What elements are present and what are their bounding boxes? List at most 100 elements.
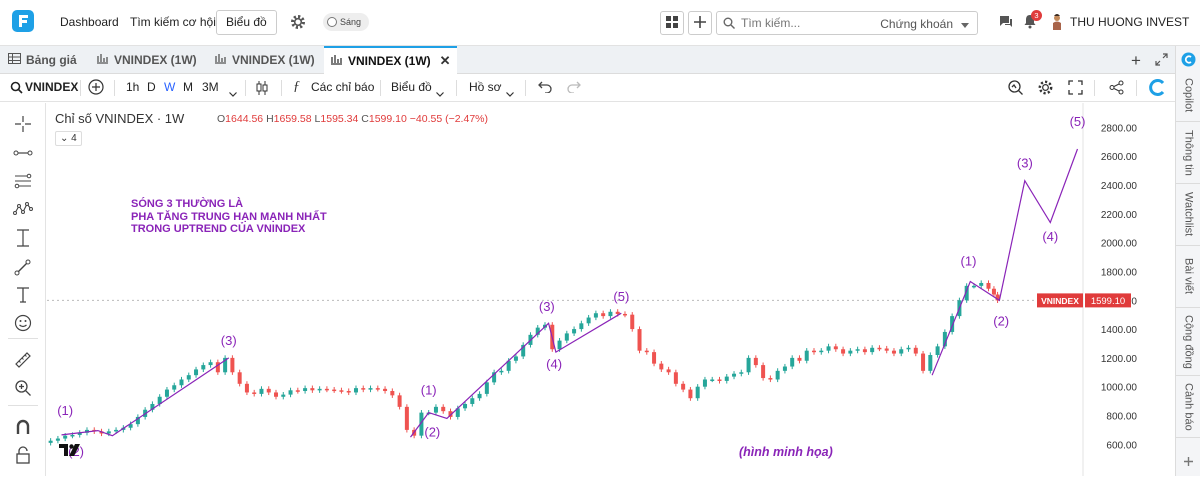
tradingview-logo[interactable] xyxy=(59,443,83,460)
text-tool-icon[interactable] xyxy=(12,284,34,306)
tab-label: VNINDEX (1W) xyxy=(348,54,431,68)
share-icon[interactable] xyxy=(1109,80,1124,98)
lock-drawings-icon[interactable] xyxy=(12,444,34,466)
profile-button[interactable]: Hồ sơ xyxy=(469,80,502,94)
price-chart[interactable]: 2800.00 2600.00 2400.00 2200.00 2000.00 1800.… xyxy=(47,103,1175,476)
expand-icon[interactable] xyxy=(1155,53,1168,69)
divider xyxy=(80,80,81,96)
user-name[interactable]: THU HUONG INVEST xyxy=(1070,15,1189,29)
chat-icon[interactable] xyxy=(999,15,1013,32)
interval-1h[interactable]: 1h xyxy=(126,80,139,94)
candle-body xyxy=(70,434,75,437)
candle-body xyxy=(499,370,504,373)
app-logo[interactable] xyxy=(12,10,34,32)
settings-gear-icon[interactable] xyxy=(289,13,307,34)
tab-vnindex-active[interactable]: VNINDEX (1W) ✕ xyxy=(324,46,457,74)
change-value: −40.55 (−2.47%) xyxy=(409,113,488,125)
interval-month[interactable]: M xyxy=(183,80,193,94)
wave-label: (3) xyxy=(539,299,555,314)
candle-body xyxy=(666,369,671,373)
measure-range-icon[interactable] xyxy=(12,227,34,249)
ruler-icon[interactable] xyxy=(12,349,34,371)
candle-body xyxy=(586,317,591,324)
search-box[interactable]: Chứng khoán xyxy=(716,11,978,35)
copilot-logo-icon[interactable] xyxy=(1148,78,1167,100)
candle-body xyxy=(753,357,758,366)
chart-canvas[interactable]: 2800.00 2600.00 2400.00 2200.00 2000.00 1800.… xyxy=(47,103,1175,476)
close-tab-icon[interactable]: ✕ xyxy=(440,53,451,69)
nav-dashboard[interactable]: Dashboard xyxy=(60,15,119,29)
zoom-in-icon[interactable] xyxy=(12,377,34,399)
indicators-button[interactable]: Các chỉ báo xyxy=(311,80,374,94)
candlestick-icon[interactable] xyxy=(255,80,269,99)
panel-tab-alerts[interactable]: Cảnh báo xyxy=(1176,376,1200,438)
candle-body xyxy=(237,372,242,384)
chart-type-button[interactable]: Biểu đồ xyxy=(391,80,432,94)
fibonacci-icon[interactable] xyxy=(12,170,34,192)
search-scope-select[interactable]: Chứng khoán xyxy=(880,17,969,31)
chevron-down-icon xyxy=(436,86,444,100)
right-side-panel: Copilot Thông tin Watchlist Bài viết Cộn… xyxy=(1175,46,1200,476)
candle-body xyxy=(746,357,751,373)
user-avatar[interactable] xyxy=(1051,13,1063,34)
tab-label: Bảng giá xyxy=(26,53,77,67)
high-label: H xyxy=(266,113,274,125)
candle-body xyxy=(986,282,991,289)
search-input[interactable] xyxy=(741,16,881,30)
undo-icon[interactable] xyxy=(538,81,552,96)
divider xyxy=(245,80,246,96)
table-icon xyxy=(8,53,21,67)
interval-3m[interactable]: 3M xyxy=(202,80,219,94)
candle-body xyxy=(172,385,177,390)
symbol-selector[interactable]: VNINDEX xyxy=(25,80,78,94)
theme-toggle[interactable]: Sáng xyxy=(323,13,370,31)
candle-body xyxy=(891,350,896,354)
y-tick-label: 600.00 xyxy=(1106,440,1137,451)
panel-tab-watchlist[interactable]: Watchlist xyxy=(1176,184,1200,246)
candle-body xyxy=(979,282,984,286)
panel-tab-label: Cảnh báo xyxy=(1182,382,1195,431)
chart-tab-icon xyxy=(214,53,227,67)
divider xyxy=(281,80,282,96)
candle-body xyxy=(724,376,729,381)
panel-more-icon[interactable] xyxy=(1181,454,1196,472)
wave-annotation: SÓNG 3 THƯỜNG LÀ PHA TĂNG TRUNG HẠN MẠNH… xyxy=(131,198,327,236)
copilot-icon[interactable] xyxy=(1181,52,1196,70)
tab-vnindex-2[interactable]: VNINDEX (1W) xyxy=(214,46,315,74)
add-tab-plus-icon[interactable]: + xyxy=(1131,51,1141,71)
y-tick-label: 2400.00 xyxy=(1101,181,1138,192)
interval-chevron-down-icon[interactable] xyxy=(229,86,237,100)
chart-settings-gear-icon[interactable] xyxy=(1037,79,1054,99)
crosshair-icon[interactable] xyxy=(12,113,34,135)
interval-day[interactable]: D xyxy=(147,80,156,94)
interval-week[interactable]: W xyxy=(164,80,175,94)
panel-tab-copilot[interactable]: Copilot xyxy=(1176,70,1200,122)
zoom-analysis-icon[interactable] xyxy=(1007,79,1024,99)
pattern-icon[interactable] xyxy=(12,198,34,220)
redo-icon[interactable] xyxy=(567,81,581,96)
symbol-search-icon xyxy=(10,81,23,97)
tab-vnindex-1[interactable]: VNINDEX (1W) xyxy=(96,46,197,74)
nav-chart-button[interactable]: Biểu đồ xyxy=(216,10,277,35)
indicator-toggle[interactable]: ⌄ 4 xyxy=(55,131,82,146)
nav-opportunity-search[interactable]: Tìm kiếm cơ hội xyxy=(130,15,216,29)
layout-grid-button[interactable] xyxy=(660,11,684,35)
panel-tab-label: Cộng đồng xyxy=(1182,314,1195,369)
candle-body xyxy=(557,340,562,350)
legend-title[interactable]: Chỉ số VNINDEX · 1W xyxy=(55,111,184,126)
panel-tab-info[interactable]: Thông tin xyxy=(1176,122,1200,184)
price-tag-value: 1599.10 xyxy=(1091,296,1125,307)
emoji-icon[interactable] xyxy=(12,312,34,334)
brush-icon[interactable] xyxy=(12,256,34,278)
candle-body xyxy=(833,346,838,350)
fullscreen-icon[interactable] xyxy=(1068,80,1083,98)
add-button[interactable] xyxy=(688,11,712,35)
magnet-icon[interactable] xyxy=(12,416,34,438)
low-value: 1595.34 xyxy=(320,113,359,125)
annotation-line: SÓNG 3 THƯỜNG LÀ xyxy=(131,198,244,210)
panel-tab-community[interactable]: Cộng đồng xyxy=(1176,308,1200,376)
compare-plus-icon[interactable] xyxy=(88,79,104,98)
tab-price-board[interactable]: Bảng giá xyxy=(8,46,77,74)
panel-tab-posts[interactable]: Bài viết xyxy=(1176,246,1200,308)
trend-line-icon[interactable] xyxy=(12,142,34,164)
